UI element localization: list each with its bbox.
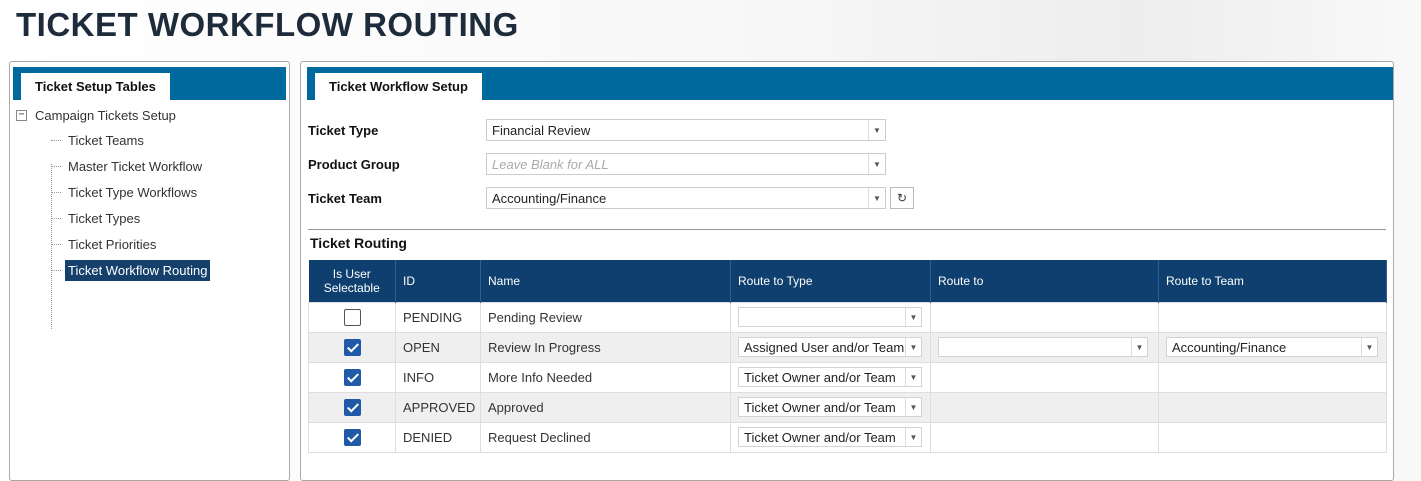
refresh-button[interactable]: ↻ — [890, 187, 914, 209]
route-to-type-value: Ticket Owner and/or Team — [744, 399, 896, 415]
row-id: OPEN — [395, 331, 481, 363]
row-id: PENDING — [395, 301, 481, 333]
ticket-team-label: Ticket Team — [308, 190, 382, 206]
route-to-type-select[interactable]: Ticket Owner and/or Team ▼ — [738, 397, 922, 417]
chevron-down-icon[interactable]: ▼ — [868, 154, 885, 174]
workflow-setup-panel: Ticket Workflow Setup Ticket Type Financ… — [300, 61, 1394, 481]
tree-item-master-ticket-workflow[interactable]: Master Ticket Workflow — [51, 154, 205, 178]
row-name: More Info Needed — [480, 361, 731, 393]
tree-item-ticket-priorities[interactable]: Ticket Priorities — [51, 232, 159, 256]
chevron-down-icon[interactable]: ▼ — [905, 338, 921, 356]
ticket-team-row: Ticket Team Accounting/Finance ▼ ↻ — [308, 187, 914, 209]
tree-item-ticket-workflow-routing[interactable]: Ticket Workflow Routing — [51, 258, 211, 282]
route-to-team-select[interactable]: Accounting/Finance ▼ — [1166, 337, 1378, 357]
column-header-route-to[interactable]: Route to — [930, 260, 1159, 302]
grid-header-row: Is User Selectable ID Name Route to Type… — [308, 260, 1387, 302]
route-to-type-value: Ticket Owner and/or Team — [744, 429, 896, 445]
chevron-down-icon[interactable]: ▼ — [1361, 338, 1377, 356]
selectable-checkbox[interactable] — [343, 368, 361, 386]
setup-tables-tab-bar: Ticket Setup Tables — [13, 67, 286, 100]
ticket-type-row: Ticket Type Financial Review ▼ — [308, 119, 886, 141]
selectable-checkbox[interactable] — [343, 428, 361, 446]
tree-root-label: Campaign Tickets Setup — [35, 107, 176, 123]
column-header-is-user-selectable[interactable]: Is User Selectable — [308, 260, 396, 302]
collapse-icon[interactable]: − — [16, 109, 27, 121]
table-row: APPROVED Approved Ticket Owner and/or Te… — [308, 391, 1387, 423]
tab-ticket-setup-tables[interactable]: Ticket Setup Tables — [21, 73, 170, 100]
row-name: Approved — [480, 391, 731, 423]
column-header-name[interactable]: Name — [480, 260, 731, 302]
chevron-down-icon[interactable]: ▼ — [905, 308, 921, 326]
tree-item-label: Ticket Type Workflows — [68, 184, 198, 200]
ticket-team-value: Accounting/Finance — [492, 190, 607, 206]
tree-item-label: Ticket Types — [68, 210, 141, 226]
product-group-label: Product Group — [308, 156, 400, 172]
setup-tables-panel: Ticket Setup Tables − Campaign Tickets S… — [9, 61, 290, 481]
selectable-checkbox[interactable] — [343, 308, 361, 326]
row-id: INFO — [395, 361, 481, 393]
route-to-type-select[interactable]: Ticket Owner and/or Team ▼ — [738, 367, 922, 387]
route-to-type-select[interactable]: Assigned User and/or Team ▼ — [738, 337, 922, 357]
route-to-type-select[interactable]: Ticket Owner and/or Team ▼ — [738, 427, 922, 447]
route-to-type-value: Assigned User and/or Team — [744, 339, 905, 355]
selectable-checkbox[interactable] — [343, 398, 361, 416]
row-name: Request Declined — [480, 421, 731, 453]
section-divider — [308, 229, 1386, 230]
route-to-type-value: Ticket Owner and/or Team — [744, 369, 896, 385]
chevron-down-icon[interactable]: ▼ — [905, 368, 921, 386]
chevron-down-icon[interactable]: ▼ — [905, 398, 921, 416]
chevron-down-icon[interactable]: ▼ — [1131, 338, 1147, 356]
row-id: APPROVED — [395, 391, 481, 423]
route-to-type-select[interactable]: ▼ — [738, 307, 922, 327]
table-row: OPEN Review In Progress Assigned User an… — [308, 331, 1387, 363]
ticket-team-select[interactable]: Accounting/Finance ▼ — [486, 187, 886, 209]
column-header-route-to-type[interactable]: Route to Type — [730, 260, 931, 302]
product-group-placeholder: Leave Blank for ALL — [492, 156, 609, 172]
route-to-select[interactable]: ▼ — [938, 337, 1148, 357]
tree-item-ticket-types[interactable]: Ticket Types — [51, 206, 143, 230]
ticket-type-select[interactable]: Financial Review ▼ — [486, 119, 886, 141]
route-to-team-value: Accounting/Finance — [1172, 339, 1287, 355]
chevron-down-icon[interactable]: ▼ — [905, 428, 921, 446]
ticket-type-label: Ticket Type — [308, 122, 379, 138]
workflow-setup-tab-bar: Ticket Workflow Setup — [307, 67, 1393, 100]
tree-item-label: Ticket Teams — [68, 132, 144, 148]
ticket-type-value: Financial Review — [492, 122, 591, 138]
table-row: DENIED Request Declined Ticket Owner and… — [308, 421, 1387, 453]
page-title: TICKET WORKFLOW ROUTING — [16, 6, 519, 43]
column-header-id[interactable]: ID — [395, 260, 481, 302]
chevron-down-icon[interactable]: ▼ — [868, 188, 885, 208]
ticket-routing-title: Ticket Routing — [310, 235, 407, 251]
table-row: PENDING Pending Review ▼ — [308, 301, 1387, 333]
tree-item-label: Master Ticket Workflow — [68, 158, 203, 174]
selectable-checkbox[interactable] — [343, 338, 361, 356]
table-row: INFO More Info Needed Ticket Owner and/o… — [308, 361, 1387, 393]
tree-item-ticket-type-workflows[interactable]: Ticket Type Workflows — [51, 180, 200, 204]
chevron-down-icon[interactable]: ▼ — [868, 120, 885, 140]
product-group-row: Product Group Leave Blank for ALL ▼ — [308, 153, 886, 175]
ticket-routing-grid: Is User Selectable ID Name Route to Type… — [308, 260, 1387, 453]
tree-item-ticket-teams[interactable]: Ticket Teams — [51, 128, 147, 152]
tab-ticket-workflow-setup[interactable]: Ticket Workflow Setup — [315, 73, 482, 100]
tree-item-label: Ticket Workflow Routing — [65, 259, 211, 281]
row-name: Review In Progress — [480, 331, 731, 363]
product-group-select[interactable]: Leave Blank for ALL ▼ — [486, 153, 886, 175]
column-header-route-to-team[interactable]: Route to Team — [1158, 260, 1387, 302]
row-name: Pending Review — [480, 301, 731, 333]
tree-root-campaign-tickets-setup[interactable]: − Campaign Tickets Setup — [16, 106, 176, 124]
row-id: DENIED — [395, 421, 481, 453]
tree-item-label: Ticket Priorities — [68, 236, 157, 252]
refresh-icon: ↻ — [896, 191, 908, 205]
